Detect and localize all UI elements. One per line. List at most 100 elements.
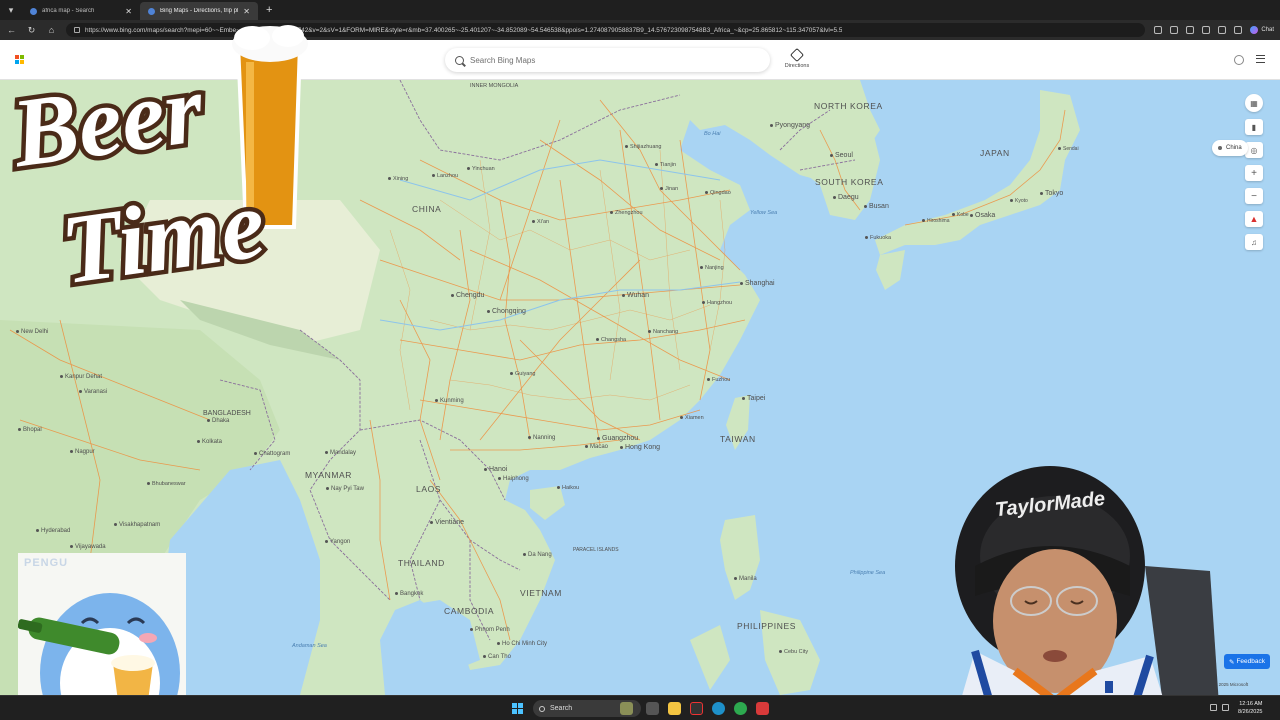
city-label: Taipei — [742, 395, 765, 402]
city-label: Changsha — [596, 337, 626, 343]
tab-title: Bing Maps - Directions, trip planni — [160, 8, 238, 14]
zoom-in-button[interactable]: + — [1245, 165, 1263, 181]
zoom-out-button[interactable]: − — [1245, 188, 1263, 204]
network-icon[interactable] — [1210, 704, 1217, 711]
location-chip[interactable]: China — [1212, 140, 1248, 156]
city-label: Xining — [388, 176, 408, 182]
search-box[interactable] — [445, 48, 770, 72]
browser-toolbar-right: Chat — [1154, 26, 1274, 34]
search-icon — [455, 55, 464, 65]
country-label: TAIWAN — [720, 434, 756, 444]
edge-icon[interactable] — [712, 702, 725, 715]
user-icon[interactable] — [1234, 55, 1244, 65]
city-label: Vientiane — [430, 519, 464, 526]
city-label: Nay Pyi Taw — [326, 486, 364, 492]
locate-me-icon[interactable]: ◎ — [1245, 142, 1263, 158]
tab-bing-maps[interactable]: Bing Maps - Directions, trip planni ✕ — [140, 2, 258, 20]
city-label: Xiamen — [680, 415, 704, 421]
country-label: THAILAND — [398, 558, 445, 568]
task-view-icon[interactable] — [646, 702, 659, 715]
favorite-icon[interactable] — [1154, 26, 1163, 34]
chrome-icon[interactable] — [734, 702, 747, 715]
city-label: Seoul — [830, 152, 853, 159]
city-label: Chattogram — [254, 451, 290, 457]
traffic-icon[interactable]: ▮ — [1245, 119, 1263, 135]
webcam-overlay: TaylorMade — [955, 466, 1220, 720]
windows-start-icon[interactable] — [512, 703, 523, 714]
city-label: Kolkata — [197, 439, 222, 445]
taskbar-clock[interactable]: 12:16 AM 8/26/2025 — [1238, 700, 1262, 716]
close-icon[interactable]: ✕ — [125, 7, 132, 16]
city-label: Hiroshima — [922, 218, 950, 224]
bing-maps-favicon-icon — [148, 7, 155, 15]
copilot-chat-button[interactable]: Chat — [1250, 26, 1274, 34]
new-tab-icon[interactable]: + — [266, 4, 272, 16]
city-label: Nanning — [528, 435, 555, 441]
volume-icon[interactable] — [1222, 704, 1229, 711]
directions-icon — [789, 47, 805, 63]
time-text: Time — [55, 170, 271, 302]
file-explorer-icon[interactable] — [668, 702, 681, 715]
close-icon[interactable]: ✕ — [243, 7, 250, 16]
city-label: Kanpur Dehat — [60, 374, 102, 380]
penguin-watermark: PENGU — [24, 557, 69, 569]
collections-icon[interactable] — [1202, 26, 1211, 34]
city-label: Kyoto — [1010, 198, 1028, 204]
obs-icon[interactable] — [690, 702, 703, 715]
directions-button[interactable]: Directions — [780, 47, 814, 74]
feedback-button[interactable]: ✎ Feedback — [1224, 654, 1270, 669]
map-style-icon[interactable]: ▦ — [1245, 94, 1263, 112]
city-label: Pyongyang — [770, 122, 810, 129]
country-label: CAMBODIA — [444, 606, 495, 616]
profile-icon[interactable] — [1218, 26, 1227, 34]
chat-label: Chat — [1261, 27, 1274, 33]
country-label: LAOS — [416, 484, 442, 494]
city-label: Cebu City — [779, 649, 808, 655]
city-label: New Delhi — [16, 329, 48, 335]
region-label: INNER MONGOLIA — [470, 83, 519, 89]
hamburger-menu-icon[interactable] — [1256, 55, 1265, 63]
more-icon[interactable] — [1234, 26, 1243, 34]
map-controls: ▦ ▮ ◎ + − ▲ ♫ — [1243, 94, 1265, 250]
city-label: Guiyang — [510, 371, 536, 377]
city-label: Shanghai — [740, 280, 775, 287]
notification-icon[interactable]: ♫ — [1245, 234, 1263, 250]
extensions-icon[interactable] — [1170, 26, 1179, 34]
copilot-icon — [1250, 26, 1259, 34]
compass-icon[interactable]: ▲ — [1245, 211, 1263, 227]
tab-africa-map-search[interactable]: africa map - Search ✕ — [22, 2, 140, 20]
pin-icon — [1218, 146, 1222, 150]
city-label: Nanchang — [648, 329, 678, 335]
city-label: Jinan — [660, 186, 678, 192]
city-label: Phnom Penh — [470, 627, 510, 633]
city-label: Nagpur — [70, 449, 95, 455]
city-label: Kobe — [952, 212, 969, 218]
sea-label: Philippine Sea — [850, 570, 886, 576]
city-label: Can Tho — [483, 654, 511, 660]
widget-icon[interactable] — [620, 702, 633, 715]
city-label: Visakhapatnam — [114, 522, 160, 528]
windows-taskbar: Search 12:16 AM 8/26/2025 — [0, 695, 1280, 720]
bing-favicon-icon — [30, 7, 37, 15]
tab-actions-icon[interactable]: ▾ — [0, 0, 22, 20]
city-label: Yinchuan — [467, 166, 495, 172]
city-label: Hanoi — [484, 466, 507, 473]
feedback-label: Feedback — [1236, 658, 1265, 665]
sea-label: Yellow Sea — [750, 210, 778, 216]
city-label: Nanjing — [700, 265, 724, 271]
city-label: Tokyo — [1040, 190, 1063, 197]
screen: ▾ africa map - Search ✕ Bing Maps - Dire… — [0, 0, 1280, 720]
city-label: Bhubaneswar — [147, 481, 186, 487]
city-label: Lanzhou — [432, 173, 458, 179]
country-label: VIETNAM — [520, 588, 562, 598]
country-label: NORTH KOREA — [814, 101, 883, 111]
sea-label: Andaman Sea — [292, 643, 327, 649]
city-label: Chongqing — [487, 308, 526, 315]
app-icon[interactable] — [756, 702, 769, 715]
city-label: Osaka — [970, 212, 995, 219]
search-input[interactable] — [470, 55, 750, 65]
split-screen-icon[interactable] — [1186, 26, 1195, 34]
city-label: Wuhan — [622, 292, 649, 299]
system-tray — [1210, 704, 1229, 711]
city-label: Hangzhou — [702, 300, 732, 306]
